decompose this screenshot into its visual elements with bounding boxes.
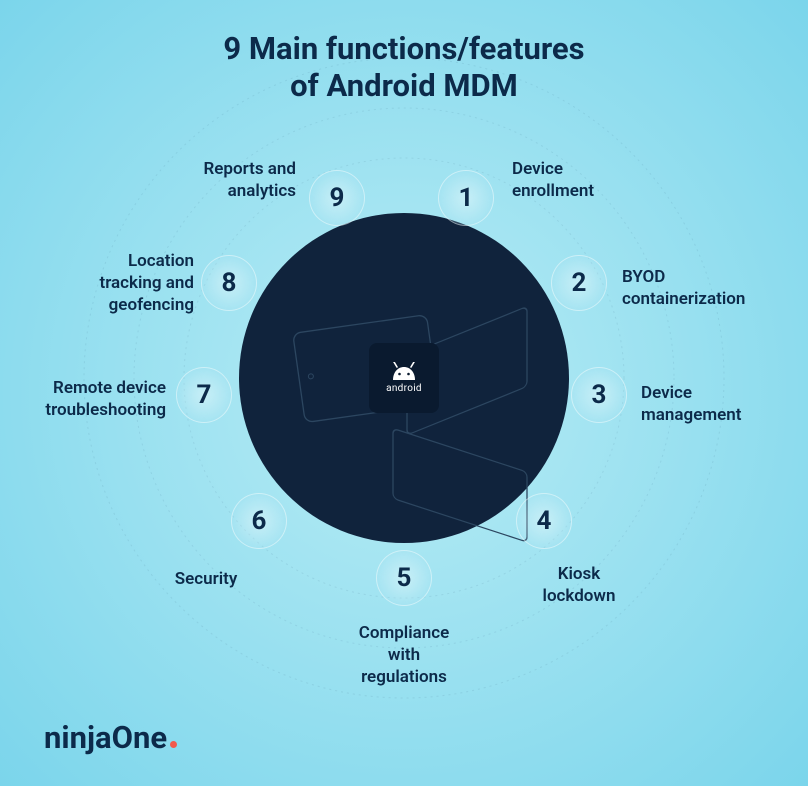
title-line-1: 9 Main functions/features <box>223 30 584 67</box>
page-title: 9 Main functions/features of Android MDM <box>0 30 808 104</box>
node-2: 2 <box>551 255 607 311</box>
label-3: Device management <box>641 382 741 426</box>
node-7: 7 <box>176 367 232 423</box>
node-6: 6 <box>231 493 287 549</box>
node-4: 4 <box>516 493 572 549</box>
android-label: android <box>386 383 422 394</box>
logo-dot-icon <box>170 741 177 748</box>
node-8: 8 <box>201 255 257 311</box>
label-9: Reports and analytics <box>176 158 296 202</box>
title-line-2: of Android MDM <box>290 67 518 104</box>
node-1: 1 <box>438 170 494 226</box>
label-2: BYOD containerization <box>622 266 745 310</box>
label-1: Device enrollment <box>512 158 594 202</box>
label-5: Compliance with regulations <box>359 622 450 688</box>
android-icon <box>389 362 419 380</box>
node-5: 5 <box>376 550 432 606</box>
android-badge: android <box>369 343 439 413</box>
label-7: Remote device troubleshooting <box>36 377 166 421</box>
logo-text-one: One <box>112 719 168 756</box>
label-4: Kiosk lockdown <box>543 563 616 607</box>
ninjaone-logo: ninjaOne <box>44 719 177 756</box>
node-3: 3 <box>571 367 627 423</box>
logo-text-ninja: ninja <box>44 719 112 756</box>
label-8: Location tracking and geofencing <box>74 250 194 316</box>
node-9: 9 <box>309 170 365 226</box>
label-6: Security <box>175 568 238 590</box>
